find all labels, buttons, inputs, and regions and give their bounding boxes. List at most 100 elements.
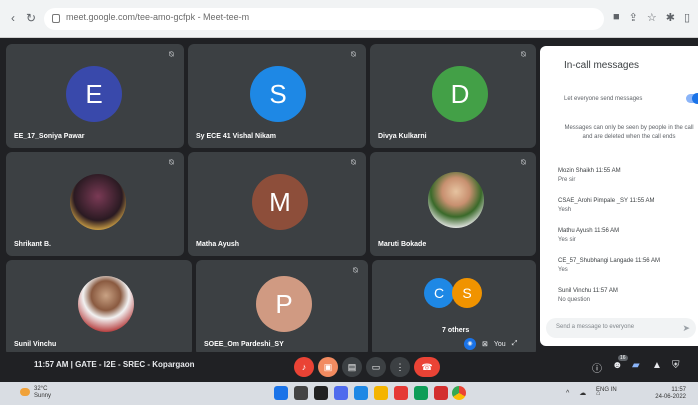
share-icon[interactable]: ⇪: [629, 11, 638, 24]
app-icon[interactable]: [434, 386, 448, 400]
participant-name: Sunil Vinchu: [14, 341, 57, 348]
self-label: You: [493, 340, 506, 348]
avatar-photo: [70, 174, 126, 230]
chrome-icon[interactable]: [452, 386, 466, 400]
mic-off-icon: ⍉: [169, 50, 174, 59]
start-icon[interactable]: [274, 386, 288, 400]
mic-off-icon: ⍉: [521, 50, 526, 59]
message-sender: CE_57_Shubhangi Langade 11:56 AM: [558, 258, 660, 264]
chat-icon[interactable]: ▰: [632, 360, 640, 371]
reload-icon[interactable]: ↻: [24, 11, 38, 25]
sound-icon: ◉: [464, 338, 476, 350]
participant-tile[interactable]: ⍉ Maruti Bokade: [370, 152, 536, 256]
message-sender: Mathu Ayush 11:56 AM: [558, 228, 620, 234]
participant-name: EE_17_Soniya Pawar: [14, 133, 85, 140]
host-controls-icon[interactable]: ⛨: [672, 360, 680, 371]
phone-end-icon: ☎: [421, 362, 433, 372]
participant-name: Maruti Bokade: [378, 241, 427, 248]
widgets-icon[interactable]: [334, 386, 348, 400]
store-icon[interactable]: [414, 386, 428, 400]
captions-button[interactable]: ▤: [342, 357, 362, 377]
participant-tile[interactable]: Sunil Vinchu: [6, 260, 192, 356]
chat-message: Mathu Ayush 11:56 AM Yes sir: [558, 228, 698, 243]
mic-off-icon: ⍉: [351, 50, 356, 59]
mic-button[interactable]: ♪: [294, 357, 314, 377]
chat-input[interactable]: Send a message to everyone ➤: [546, 318, 696, 338]
screen: ‹ ↻ meet.google.com/tee-amo-gcfpk - Meet…: [0, 0, 698, 405]
star-icon[interactable]: ☆: [647, 11, 657, 24]
leave-call-button[interactable]: ☎: [414, 357, 440, 377]
participant-tile[interactable]: ⍉ P SOEE_Om Pardeshi_SY: [196, 260, 368, 356]
mic-icon: ♪: [301, 362, 307, 372]
mic-off-icon: ⍉: [169, 158, 174, 167]
toggle-knob: [692, 93, 698, 104]
extension-icon[interactable]: ✱: [666, 11, 675, 24]
office-icon[interactable]: [394, 386, 408, 400]
address-bar[interactable]: meet.google.com/tee-amo-gcfpk - Meet-tee…: [44, 8, 604, 30]
avatar: C: [424, 278, 454, 308]
browser-actions: ■ ⇪ ☆ ✱ ▯: [613, 11, 690, 24]
chat-toggle-label: Let everyone send messages: [564, 96, 643, 102]
search-icon[interactable]: [294, 386, 308, 400]
chat-title: In-call messages: [564, 60, 640, 71]
meeting-info: 11:57 AM | GATE - I2E - SREC - Kopargaon: [34, 360, 195, 369]
message-text: Yes sir: [558, 237, 576, 243]
message-text: Yes: [558, 267, 568, 273]
clock[interactable]: 11:57 24-06-2022: [655, 387, 686, 401]
participant-tile[interactable]: ⍉ Shrikant B.: [6, 152, 184, 256]
expand-icon[interactable]: ⤢: [512, 340, 518, 348]
chat-message: Mozin Shaikh 11:55 AM Pre sir: [558, 168, 698, 183]
present-button[interactable]: ▭: [366, 357, 386, 377]
activities-icon[interactable]: ▲: [652, 360, 662, 371]
message-text: No question: [558, 297, 591, 303]
file-explorer-icon[interactable]: [374, 386, 388, 400]
present-icon: ▭: [371, 362, 381, 372]
chat-panel: In-call messages Let everyone send messa…: [540, 46, 698, 346]
clock-time: 11:57: [671, 387, 686, 393]
message-text: Pre sir: [558, 177, 576, 183]
info-icon[interactable]: ⓘ: [592, 360, 602, 375]
avatar: S: [250, 66, 306, 122]
more-options-button[interactable]: ⋮: [390, 357, 410, 377]
sidebar-icon[interactable]: ▯: [684, 11, 690, 24]
people-button[interactable]: ☻ 16: [612, 355, 628, 371]
participant-tile[interactable]: ⍉ M Matha Ayush: [188, 152, 366, 256]
browser-toolbar: ‹ ↻ meet.google.com/tee-amo-gcfpk - Meet…: [0, 0, 698, 38]
chat-message: CSAE_Arohi Pimpale _SY 11:55 AM Yesh: [558, 198, 698, 213]
participants-badge: 16: [617, 355, 628, 361]
message-sender: Sunil Vinchu 11:57 AM: [558, 288, 618, 294]
lock-icon: [52, 14, 60, 23]
avatar-photo: [428, 172, 484, 228]
taskbar: 32°C Sunny ^ ☁ ⌂ ENG IN 11:57 24-06-2022: [0, 382, 698, 405]
captions-icon: ▤: [347, 362, 357, 372]
participant-name: Matha Ayush: [196, 241, 240, 248]
chat-message: CE_57_Shubhangi Langade 11:56 AM Yes: [558, 258, 698, 273]
participant-tile[interactable]: ⍉ D Divya Kulkarni: [370, 44, 536, 148]
camera-icon: ▣: [323, 362, 333, 372]
url-text: meet.google.com/tee-amo-gcfpk - Meet-tee…: [66, 12, 250, 22]
language-indicator[interactable]: ENG IN: [596, 387, 617, 394]
send-icon[interactable]: ➤: [682, 323, 690, 334]
camera-off-icon[interactable]: ⊠: [482, 340, 488, 348]
camera-icon[interactable]: ■: [613, 11, 620, 24]
participant-tile[interactable]: ⍉ S Sy ECE 41 Vishal Nikam: [188, 44, 366, 148]
edge-icon[interactable]: [354, 386, 368, 400]
weather-widget[interactable]: 32°C Sunny: [34, 386, 51, 400]
avatar: D: [432, 66, 488, 122]
more-icon: ⋮: [395, 362, 405, 372]
message-text: Yesh: [558, 207, 572, 213]
task-view-icon[interactable]: [314, 386, 328, 400]
mic-off-icon: ⍉: [353, 266, 358, 275]
mic-off-icon: ⍉: [521, 158, 526, 167]
avatar: S: [452, 278, 482, 308]
meet-stage: ⍉ E EE_17_Soniya Pawar ⍉ S Sy ECE 41 Vis…: [0, 38, 698, 363]
participant-tile[interactable]: ⍉ E EE_17_Soniya Pawar: [6, 44, 184, 148]
weather-temp: 32°C: [34, 386, 48, 392]
participant-name: Shrikant B.: [14, 241, 51, 248]
others-count: 7 others: [442, 327, 470, 334]
participant-name: Divya Kulkarni: [378, 133, 427, 140]
others-tile[interactable]: C S 7 others ◉ ⊠ You ⤢: [372, 260, 536, 356]
chat-toggle[interactable]: [686, 93, 698, 104]
back-icon[interactable]: ‹: [6, 11, 20, 25]
camera-button[interactable]: ▣: [318, 357, 338, 377]
